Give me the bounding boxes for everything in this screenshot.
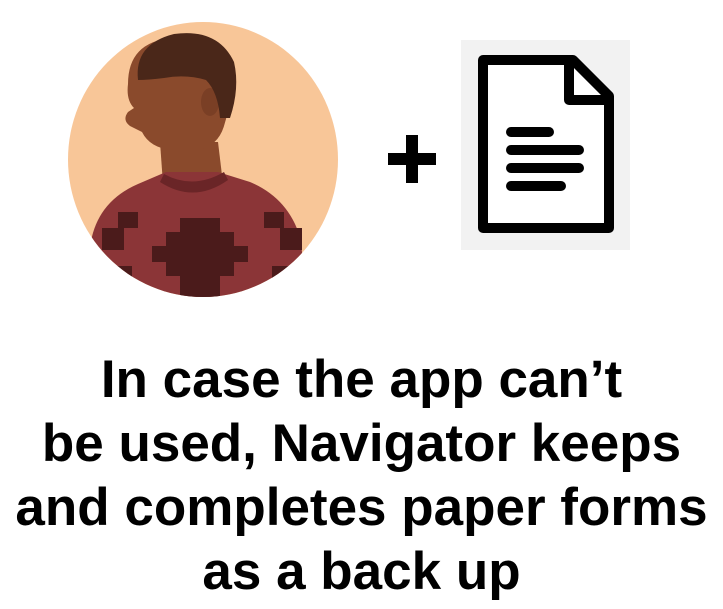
caption-line: as a back up: [202, 542, 521, 601]
caption-line: be used, Navigator keeps: [41, 414, 682, 473]
paper-form-icon: [478, 55, 614, 233]
person-avatar-icon: [68, 22, 338, 297]
plus-icon: [388, 135, 436, 183]
caption-text: In case the app can’t be used, Navigator…: [0, 348, 723, 604]
document-tile: [461, 40, 630, 250]
caption-line: and completes paper forms: [15, 478, 708, 537]
caption-line: In case the app can’t: [100, 350, 623, 409]
